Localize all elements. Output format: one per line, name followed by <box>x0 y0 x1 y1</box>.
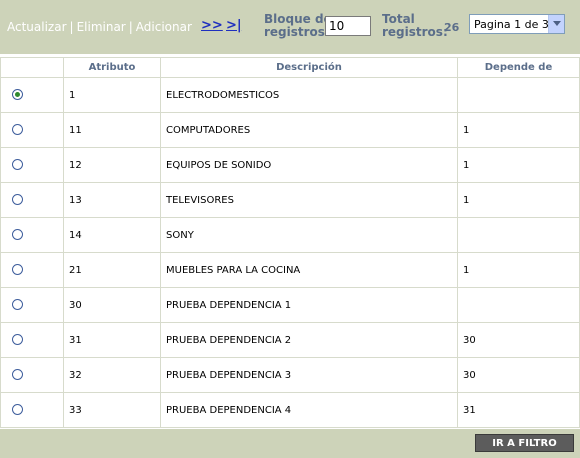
toolbar: Actualizar | Eliminar | Adicionar >> >| Bloq… <box>0 0 580 54</box>
cell-descripcion: PRUEBA DEPENDENCIA 4 <box>160 392 458 428</box>
records-table: Atributo Descripción Depende de 1 ELECTRO… <box>0 57 580 428</box>
cell-descripcion: PRUEBA DEPENDENCIA 3 <box>160 357 458 393</box>
cell-descripcion: PRUEBA DEPENDENCIA 1 <box>160 287 458 323</box>
table-row[interactable]: 13 TELEVISORES 1 <box>0 182 580 218</box>
row-radio-button[interactable] <box>12 334 23 346</box>
cell-atributo: 30 <box>63 287 161 323</box>
cell-atributo: 33 <box>63 392 161 428</box>
cell-depende: 1 <box>457 112 580 148</box>
actualizar-link[interactable]: Actualizar <box>7 20 67 34</box>
row-select-cell <box>0 252 64 288</box>
adicionar-link[interactable]: Adicionar <box>136 20 192 34</box>
table-row[interactable]: 31 PRUEBA DEPENDENCIA 2 30 <box>0 322 580 358</box>
cell-atributo: 21 <box>63 252 161 288</box>
table-row[interactable]: 30 PRUEBA DEPENDENCIA 1 <box>0 287 580 323</box>
row-select-cell <box>0 182 64 218</box>
row-radio-button[interactable] <box>12 159 23 171</box>
cell-depende: 30 <box>457 322 580 358</box>
ir-a-filtro-button[interactable]: IR A FILTRO <box>475 434 574 452</box>
cell-atributo: 31 <box>63 322 161 358</box>
cell-atributo: 32 <box>63 357 161 393</box>
action-links: Actualizar | Eliminar | Adicionar <box>7 20 192 34</box>
cell-descripcion: PRUEBA DEPENDENCIA 2 <box>160 322 458 358</box>
row-select-cell <box>0 357 64 393</box>
row-radio-button[interactable] <box>12 89 23 101</box>
row-select-cell <box>0 287 64 323</box>
total-label-line2: registros: <box>382 25 448 39</box>
table-row[interactable]: 11 COMPUTADORES 1 <box>0 112 580 148</box>
cell-descripcion: ELECTRODOMESTICOS <box>160 77 458 113</box>
cell-depende: 31 <box>457 392 580 428</box>
footer-bar: IR A FILTRO <box>0 429 580 458</box>
table-header-row: Atributo Descripción Depende de <box>0 57 580 78</box>
bloque-label: Bloque de registros: <box>264 13 332 39</box>
total-value: 26 <box>444 21 460 34</box>
table-row[interactable]: 33 PRUEBA DEPENDENCIA 4 31 <box>0 392 580 428</box>
table-row[interactable]: 14 SONY <box>0 217 580 253</box>
row-radio-button[interactable] <box>12 194 23 206</box>
row-radio-button[interactable] <box>12 264 23 276</box>
bloque-input[interactable] <box>325 16 371 36</box>
separator: | <box>128 20 133 34</box>
cell-depende <box>457 287 580 323</box>
header-depende: Depende de <box>457 57 580 78</box>
page-select-value: Pagina 1 de 3 <box>474 18 549 31</box>
cell-descripcion: COMPUTADORES <box>160 112 458 148</box>
eliminar-link[interactable]: Eliminar <box>77 20 126 34</box>
row-radio-button[interactable] <box>12 229 23 241</box>
header-select <box>0 57 64 78</box>
table-row[interactable]: 12 EQUIPOS DE SONIDO 1 <box>0 147 580 183</box>
row-radio-button[interactable] <box>12 404 23 416</box>
cell-atributo: 13 <box>63 182 161 218</box>
cell-depende <box>457 77 580 113</box>
cell-descripcion: TELEVISORES <box>160 182 458 218</box>
separator: | <box>69 20 74 34</box>
record-list-panel: Actualizar | Eliminar | Adicionar >> >| Bloq… <box>0 0 580 458</box>
cell-descripcion: MUEBLES PARA LA COCINA <box>160 252 458 288</box>
table-row[interactable]: 21 MUEBLES PARA LA COCINA 1 <box>0 252 580 288</box>
row-select-cell <box>0 147 64 183</box>
last-page-link[interactable]: >| <box>226 18 242 33</box>
cell-depende: 30 <box>457 357 580 393</box>
cell-depende: 1 <box>457 147 580 183</box>
header-atributo: Atributo <box>63 57 161 78</box>
cell-depende <box>457 217 580 253</box>
row-select-cell <box>0 322 64 358</box>
table-row[interactable]: 1 ELECTRODOMESTICOS <box>0 77 580 113</box>
row-radio-button[interactable] <box>12 124 23 136</box>
next-page-link[interactable]: >> <box>201 18 223 33</box>
row-select-cell <box>0 112 64 148</box>
cell-atributo: 14 <box>63 217 161 253</box>
row-select-cell <box>0 392 64 428</box>
cell-atributo: 11 <box>63 112 161 148</box>
total-label: Total registros: <box>382 13 448 39</box>
chevron-down-icon[interactable] <box>548 15 564 33</box>
cell-descripcion: EQUIPOS DE SONIDO <box>160 147 458 183</box>
page-select[interactable]: Pagina 1 de 3 <box>469 14 565 34</box>
row-radio-button[interactable] <box>12 299 23 311</box>
cell-depende: 1 <box>457 182 580 218</box>
cell-atributo: 1 <box>63 77 161 113</box>
bloque-label-line2: registros: <box>264 25 330 39</box>
header-descripcion: Descripción <box>160 57 458 78</box>
cell-depende: 1 <box>457 252 580 288</box>
cell-atributo: 12 <box>63 147 161 183</box>
row-radio-button[interactable] <box>12 369 23 381</box>
cell-descripcion: SONY <box>160 217 458 253</box>
row-select-cell <box>0 77 64 113</box>
row-select-cell <box>0 217 64 253</box>
table-row[interactable]: 32 PRUEBA DEPENDENCIA 3 30 <box>0 357 580 393</box>
